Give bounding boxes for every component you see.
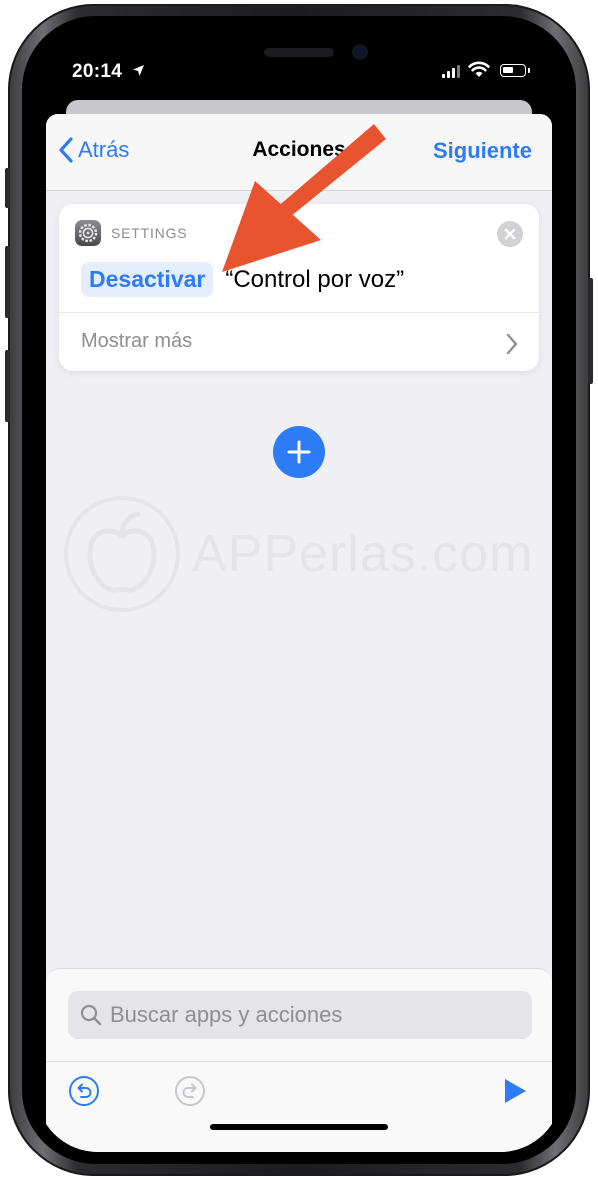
navigation-bar: Atrás Acciones Siguiente bbox=[46, 114, 552, 191]
back-button-label: Atrás bbox=[78, 137, 130, 162]
close-icon bbox=[504, 228, 516, 240]
redo-icon[interactable] bbox=[174, 1075, 206, 1107]
search-placeholder: Buscar apps y acciones bbox=[110, 1002, 343, 1027]
setting-target-text[interactable]: “Control por voz” bbox=[225, 266, 404, 294]
mute-switch bbox=[5, 168, 10, 208]
play-icon[interactable] bbox=[502, 1077, 528, 1105]
apple-logo-watermark-icon bbox=[64, 496, 180, 612]
location-arrow-icon bbox=[133, 65, 144, 76]
search-icon bbox=[80, 1004, 102, 1026]
action-card-header: SETTINGS bbox=[75, 220, 187, 246]
volume-down-button bbox=[5, 350, 10, 422]
screen: 20:14 Atrás Acciones Siguiente SETTINGS … bbox=[36, 28, 562, 1152]
operation-token-button[interactable]: Desactivar bbox=[81, 262, 214, 297]
next-button[interactable]: Siguiente bbox=[433, 138, 532, 164]
shortcut-editor-sheet: Atrás Acciones Siguiente SETTINGS Desact… bbox=[46, 114, 552, 1152]
toolbar-divider bbox=[46, 1061, 552, 1062]
home-indicator bbox=[210, 1124, 388, 1130]
notch bbox=[154, 28, 444, 90]
battery-icon bbox=[500, 64, 526, 77]
action-app-name: SETTINGS bbox=[111, 225, 188, 241]
page-title: Acciones bbox=[252, 138, 346, 161]
card-divider bbox=[59, 312, 539, 313]
add-action-button[interactable] bbox=[273, 426, 325, 478]
settings-gear-icon bbox=[75, 220, 101, 246]
undo-icon[interactable] bbox=[68, 1075, 100, 1107]
chevron-left-icon bbox=[59, 137, 73, 163]
speaker-grille bbox=[264, 48, 334, 57]
action-card[interactable]: SETTINGS Desactivar “Control por voz” Mo… bbox=[59, 204, 539, 371]
battery-level-fill bbox=[503, 67, 513, 73]
watermark: APPerlas.com bbox=[62, 494, 533, 614]
cellular-signal-icon bbox=[442, 65, 460, 78]
remove-action-button[interactable] bbox=[497, 221, 523, 247]
action-parameters: Desactivar “Control por voz” bbox=[81, 262, 404, 297]
volume-up-button bbox=[5, 246, 10, 318]
back-button[interactable]: Atrás bbox=[58, 136, 129, 164]
search-input[interactable]: Buscar apps y acciones bbox=[68, 991, 532, 1039]
watermark-text: APPerlas.com bbox=[192, 525, 534, 583]
power-button bbox=[588, 278, 593, 384]
plus-icon bbox=[287, 440, 311, 464]
status-time: 20:14 bbox=[72, 61, 123, 82]
show-more-label[interactable]: Mostrar más bbox=[81, 330, 192, 353]
wifi-icon bbox=[468, 61, 490, 77]
battery-tip bbox=[528, 68, 530, 73]
chevron-right-icon[interactable] bbox=[505, 332, 519, 356]
front-camera bbox=[354, 46, 366, 58]
